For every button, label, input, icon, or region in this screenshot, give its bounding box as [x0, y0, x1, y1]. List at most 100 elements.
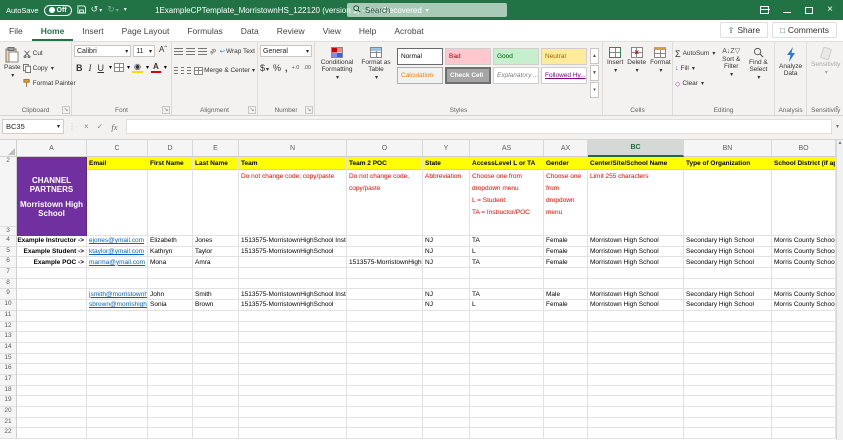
cell-E3[interactable]	[193, 227, 239, 236]
cell-AS5[interactable]: L	[470, 247, 544, 258]
style-check-cell[interactable]: Check Cell	[445, 67, 491, 84]
cell-AX11[interactable]	[544, 311, 588, 322]
cell-AS22[interactable]	[470, 428, 544, 439]
header-cell-O[interactable]: Team 2 POCDo not change code, copy/paste	[347, 157, 423, 227]
cell-N9[interactable]: 1513575-MorristownHighSchool Instructor	[239, 289, 347, 300]
cell-N21[interactable]	[239, 418, 347, 429]
cell-C22[interactable]	[87, 428, 148, 439]
tab-home[interactable]: Home	[32, 22, 74, 41]
column-header-BN[interactable]: BN	[684, 140, 772, 157]
cell-BO18[interactable]	[772, 386, 836, 397]
style-neutral[interactable]: Neutral	[541, 48, 587, 65]
cell-E5[interactable]: Taylor	[193, 247, 239, 258]
align-bottom-icon[interactable]	[198, 48, 207, 56]
align-left-icon[interactable]	[174, 67, 178, 75]
cell-BC11[interactable]	[588, 311, 684, 322]
increase-decimal-button[interactable]: +.0	[292, 65, 300, 71]
style-normal[interactable]: Normal	[397, 48, 443, 65]
cell-O19[interactable]	[347, 396, 423, 407]
cell-BC3[interactable]	[588, 227, 684, 236]
sensitivity-button[interactable]: Sensitivity▾	[809, 45, 842, 101]
cell-AS10[interactable]: L	[470, 300, 544, 311]
style-explanatory-[interactable]: Explanatory ...	[493, 67, 539, 84]
tab-review[interactable]: Review	[268, 22, 314, 41]
enter-formula-icon[interactable]: ✓	[93, 122, 108, 131]
cell-Y8[interactable]	[423, 279, 470, 290]
format-as-table-button[interactable]: Format as Table▾	[357, 45, 395, 101]
number-dialog-launcher-icon[interactable]: ↘	[305, 106, 313, 114]
cell-O12[interactable]	[347, 322, 423, 333]
gallery-scroll-down-icon[interactable]: ▼	[590, 65, 599, 81]
cell-AX8[interactable]	[544, 279, 588, 290]
cell-E14[interactable]	[193, 343, 239, 354]
ribbon-display-options-icon[interactable]	[760, 6, 769, 14]
row-header-18[interactable]: 18	[0, 386, 17, 397]
row-header-15[interactable]: 15	[0, 354, 17, 365]
cell-BO11[interactable]	[772, 311, 836, 322]
cell-AS18[interactable]	[470, 386, 544, 397]
cell-N17[interactable]	[239, 375, 347, 386]
cell-C17[interactable]	[87, 375, 148, 386]
row-header-6[interactable]: 6	[0, 257, 17, 268]
cell-N14[interactable]	[239, 343, 347, 354]
maximize-button[interactable]	[805, 7, 813, 14]
cell-E20[interactable]	[193, 407, 239, 418]
find-select-button[interactable]: Find & Select▾	[745, 45, 772, 101]
cell-A15[interactable]	[17, 354, 87, 365]
collapse-ribbon-icon[interactable]: ⌃	[834, 105, 840, 113]
cell-BN19[interactable]	[684, 396, 772, 407]
row-header-20[interactable]: 20	[0, 407, 17, 418]
cell-D11[interactable]	[148, 311, 193, 322]
autosum-button[interactable]: Σ AutoSum▾	[675, 47, 718, 60]
row-header-12[interactable]: 12	[0, 322, 17, 333]
row-header-13[interactable]: 13	[0, 332, 17, 343]
cell-N19[interactable]	[239, 396, 347, 407]
cell-BC17[interactable]	[588, 375, 684, 386]
autosave-toggle[interactable]: Off	[44, 5, 72, 16]
cell-AX3[interactable]	[544, 227, 588, 236]
cell-BC7[interactable]	[588, 268, 684, 279]
cell-E6[interactable]: Amra	[193, 257, 239, 268]
cell-C5[interactable]: ktaylor@ymail.com	[87, 247, 148, 258]
cell-AX22[interactable]	[544, 428, 588, 439]
cell-E21[interactable]	[193, 418, 239, 429]
cell-C8[interactable]	[87, 279, 148, 290]
cell-C19[interactable]	[87, 396, 148, 407]
channel-partners-title-cell[interactable]: CHANNEL PARTNERS Morristown High School	[17, 157, 87, 236]
format-painter-button[interactable]: Format Painter	[23, 77, 76, 90]
cell-A13[interactable]	[17, 332, 87, 343]
minimize-button[interactable]	[783, 8, 791, 13]
column-header-BO[interactable]: BO	[772, 140, 836, 157]
header-cell-D[interactable]: First Name	[148, 157, 193, 227]
cell-O15[interactable]	[347, 354, 423, 365]
cell-AS21[interactable]	[470, 418, 544, 429]
cell-E12[interactable]	[193, 322, 239, 333]
font-name-combo[interactable]: Calibri▾	[74, 45, 131, 57]
cell-C14[interactable]	[87, 343, 148, 354]
align-center-icon[interactable]	[181, 67, 185, 75]
cell-BC9[interactable]: Morristown High School	[588, 289, 684, 300]
cell-O9[interactable]	[347, 289, 423, 300]
cell-BN22[interactable]	[684, 428, 772, 439]
style-bad[interactable]: Bad	[445, 48, 491, 65]
expand-formula-bar-icon[interactable]: ▾	[832, 123, 843, 130]
cell-D3[interactable]	[148, 227, 193, 236]
cell-C18[interactable]	[87, 386, 148, 397]
share-button[interactable]: ⇪ Share	[720, 22, 768, 38]
header-cell-BO[interactable]: School District (if applicable)	[772, 157, 836, 227]
currency-button[interactable]: $▾	[260, 63, 269, 73]
insert-cells-button[interactable]: Insert▾	[605, 45, 625, 101]
cell-C7[interactable]	[87, 268, 148, 279]
merge-center-button[interactable]: Merge & Center▾	[194, 64, 255, 77]
cell-BC21[interactable]	[588, 418, 684, 429]
cell-AS19[interactable]	[470, 396, 544, 407]
cell-Y18[interactable]	[423, 386, 470, 397]
conditional-formatting-button[interactable]: Conditional Formatting▾	[317, 45, 357, 101]
cell-E11[interactable]	[193, 311, 239, 322]
cell-D15[interactable]	[148, 354, 193, 365]
cell-Y22[interactable]	[423, 428, 470, 439]
cell-AX9[interactable]: Male	[544, 289, 588, 300]
cell-N6[interactable]	[239, 257, 347, 268]
cell-Y14[interactable]	[423, 343, 470, 354]
cell-AX6[interactable]: Female	[544, 257, 588, 268]
